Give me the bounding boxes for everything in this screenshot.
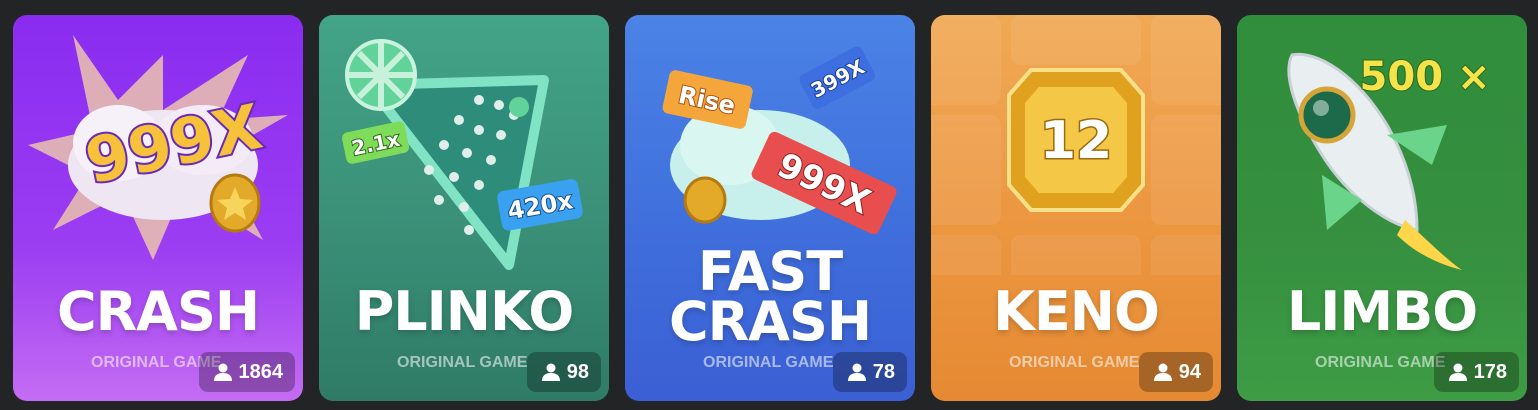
keno-artwork: 12 bbox=[931, 15, 1221, 275]
player-count: 178 bbox=[1473, 360, 1507, 383]
player-count: 78 bbox=[872, 360, 895, 383]
game-title-line: KENO bbox=[993, 280, 1160, 343]
player-count-badge: 1864 bbox=[198, 352, 295, 392]
game-title-line: CRASH bbox=[56, 280, 260, 343]
game-subtitle: ORIGINAL GAME bbox=[703, 354, 834, 371]
player-count-badge: 78 bbox=[832, 352, 907, 392]
game-card-plinko[interactable]: 2.1x 420x PLINKO ORIGINAL GAME 98 bbox=[319, 15, 609, 401]
game-title: PLINKO bbox=[319, 285, 609, 339]
player-count-badge: 178 bbox=[1433, 352, 1519, 392]
game-subtitle: ORIGINAL GAME bbox=[397, 354, 528, 371]
games-row: 999X CRASH ORIGINAL GAME 1864 2.1x 420x … bbox=[13, 15, 1527, 401]
game-title-line: CRASH bbox=[668, 290, 872, 353]
game-subtitle: ORIGINAL GAME bbox=[1009, 354, 1140, 371]
keno-number-text: 12 bbox=[1040, 111, 1112, 171]
crash-artwork: 999X bbox=[28, 35, 288, 260]
game-title-line: LIMBO bbox=[1286, 280, 1478, 343]
game-title-line: PLINKO bbox=[354, 280, 575, 343]
game-title: FAST CRASH bbox=[625, 245, 915, 353]
player-count: 98 bbox=[566, 360, 589, 383]
game-title: CRASH bbox=[13, 285, 303, 339]
fast-crash-artwork: Rise 399X 999X bbox=[662, 46, 897, 235]
user-icon bbox=[847, 363, 866, 381]
player-count: 1864 bbox=[238, 360, 284, 383]
game-card-fast-crash[interactable]: Rise 399X 999X FAST CRASH ORIGINAL GAME … bbox=[625, 15, 915, 401]
game-card-limbo[interactable]: 500 × LIMBO ORIGINAL GAME 178 bbox=[1237, 15, 1527, 401]
user-icon bbox=[1448, 363, 1467, 381]
plinko-artwork: 2.1x 420x bbox=[342, 39, 583, 270]
limbo-artwork: 500 × bbox=[1287, 52, 1491, 270]
game-card-crash[interactable]: 999X CRASH ORIGINAL GAME 1864 bbox=[13, 15, 303, 401]
user-icon bbox=[1153, 363, 1172, 381]
player-count: 94 bbox=[1178, 360, 1201, 383]
game-card-keno[interactable]: 12 KENO ORIGINAL GAME 94 bbox=[931, 15, 1221, 401]
user-icon bbox=[213, 363, 232, 381]
game-subtitle: ORIGINAL GAME bbox=[1315, 354, 1446, 371]
player-count-badge: 98 bbox=[526, 352, 601, 392]
user-icon bbox=[541, 363, 560, 381]
game-title: LIMBO bbox=[1237, 285, 1527, 339]
limbo-multiplier-text: 500 × bbox=[1360, 54, 1491, 100]
game-title: KENO bbox=[931, 285, 1221, 339]
player-count-badge: 94 bbox=[1138, 352, 1213, 392]
